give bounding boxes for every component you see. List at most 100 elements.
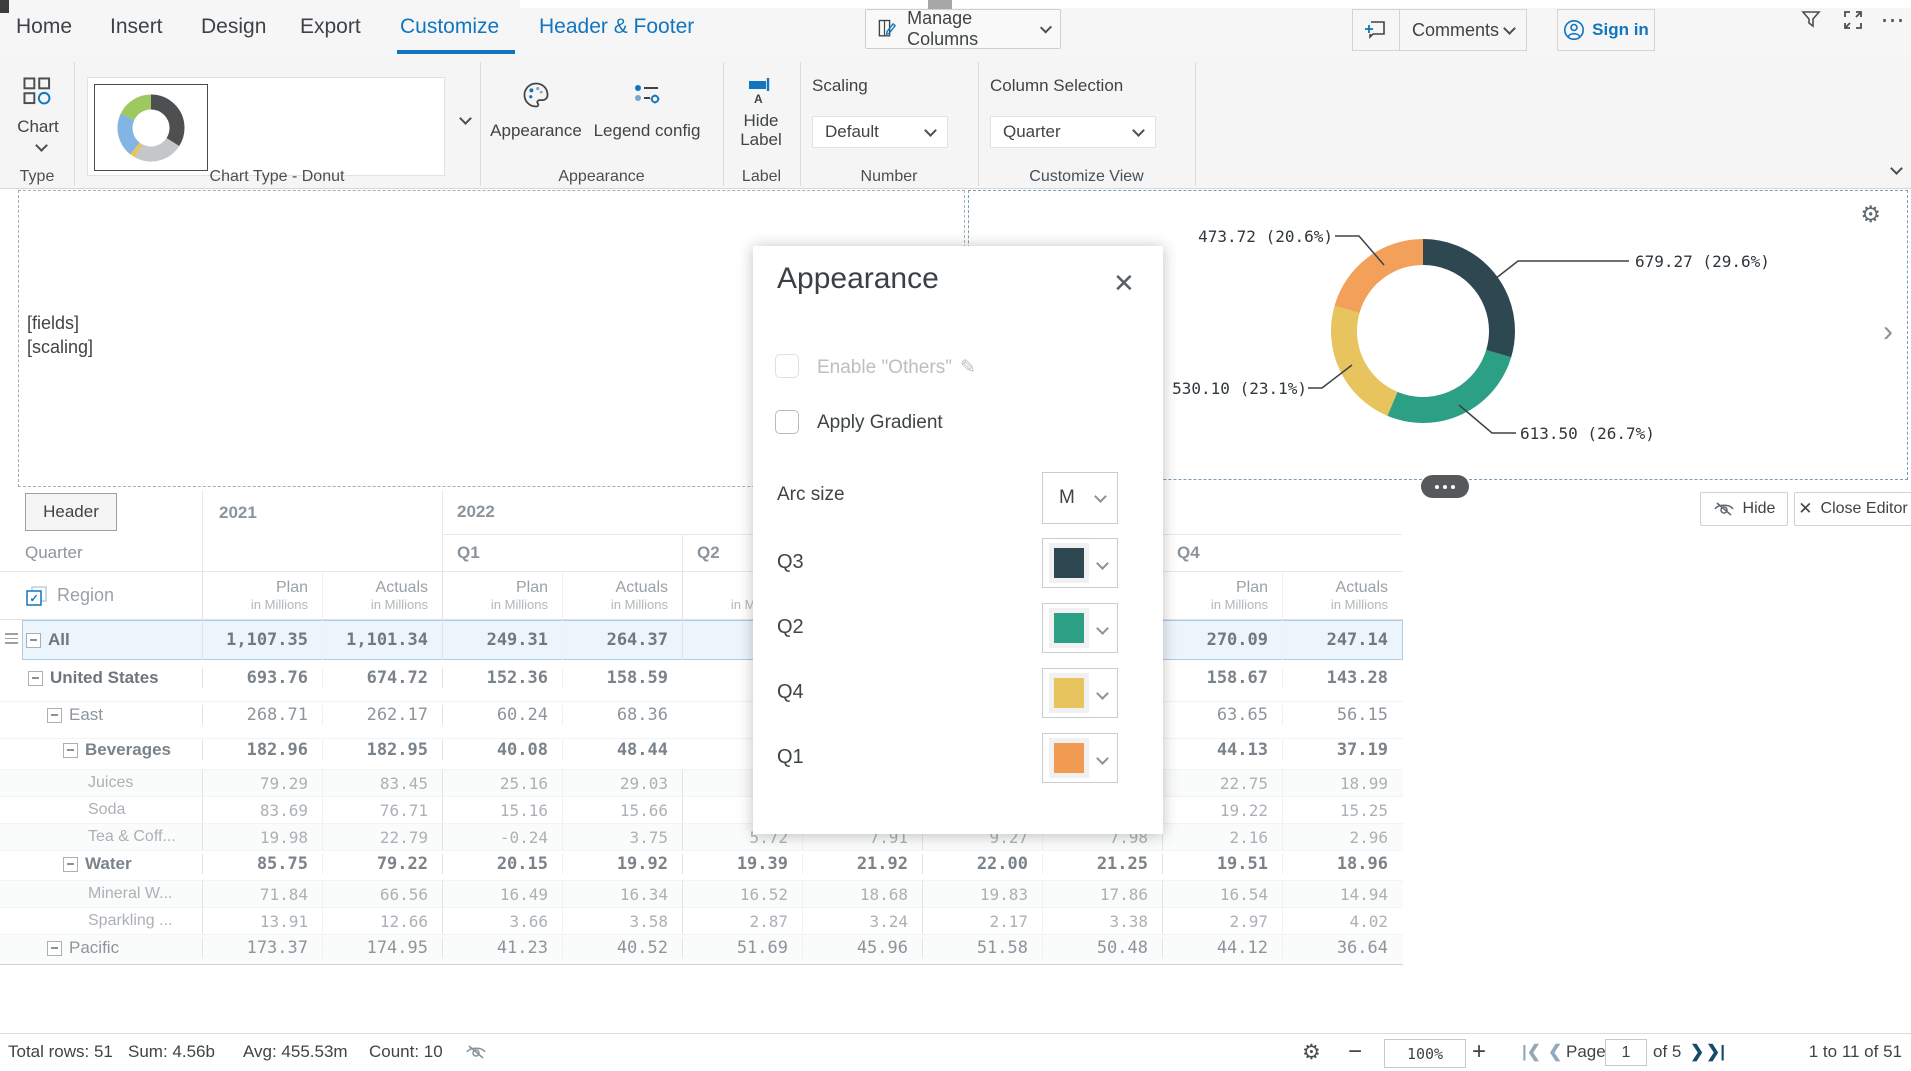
fullscreen-button[interactable] (1838, 6, 1868, 34)
edit-pencil-icon[interactable]: ✎ (960, 357, 976, 378)
sign-in-button[interactable]: Sign in (1557, 9, 1655, 51)
page-number-input[interactable]: 1 (1605, 1039, 1647, 1066)
close-editor-button[interactable]: ✕ Close Editor (1794, 492, 1911, 526)
tab-header-footer[interactable]: Header & Footer (539, 15, 694, 39)
manage-columns-icon (876, 16, 898, 42)
collapse-icon[interactable] (47, 941, 62, 956)
callout-q4: 530.10 (23.1%) (1159, 379, 1307, 398)
tab-customize[interactable]: Customize (400, 15, 499, 39)
table-header-quarters-row: QuarterQ1Q2Q3Q4 (0, 535, 1403, 572)
ellipsis-icon: ⋯ (1881, 6, 1906, 35)
value-cell: 22.75 (1162, 770, 1282, 796)
scaling-select[interactable]: Default (812, 116, 948, 148)
value-cell: 247.14 (1282, 620, 1402, 660)
top-menu-bar: Home Insert Design Export Customize Header & … (0, 0, 1911, 56)
expand-pane-chevron[interactable]: › (1883, 315, 1893, 349)
region-checkbox-icon[interactable]: ✓ (25, 585, 49, 607)
table-settings-gear-icon[interactable]: ⚙ (1302, 1040, 1321, 1065)
legend-config-button[interactable]: Legend config (587, 80, 707, 141)
comments-button[interactable]: Comments (1400, 10, 1526, 50)
tab-insert[interactable]: Insert (110, 15, 163, 39)
table-row-soda[interactable]: Soda83.6976.7115.1615.6619.2215.25 (0, 797, 1403, 824)
filter-button[interactable] (1796, 6, 1826, 34)
chart-type-dropdown-chevron[interactable] (459, 112, 472, 125)
column-selection-select[interactable]: Quarter (990, 116, 1156, 148)
collapse-icon[interactable] (63, 743, 78, 758)
person-icon (1563, 19, 1585, 41)
series-color-picker-q4[interactable] (1042, 668, 1118, 718)
value-cell: 674.72 (322, 668, 442, 688)
quarter-header-empty (202, 535, 442, 571)
apply-gradient-checkbox[interactable] (775, 410, 799, 434)
enable-others-checkbox[interactable] (775, 354, 799, 378)
hide-button[interactable]: Hide (1700, 492, 1788, 526)
scaling-value: Default (825, 122, 879, 142)
add-comment-button[interactable] (1353, 10, 1400, 50)
section-customize-view: Customize View (978, 168, 1195, 186)
series-color-picker-q1[interactable] (1042, 733, 1118, 783)
table-body: All1,107.351,101.34249.31264.37270.09247… (0, 620, 1403, 965)
page-number-value: 1 (1622, 1044, 1631, 1062)
series-color-picker-q2[interactable] (1042, 603, 1118, 653)
value-cell: 19.98 (202, 824, 322, 850)
table-row-mineral-w[interactable]: Mineral W...71.8466.5616.4916.3416.5218.… (0, 881, 1403, 908)
measure-header-plan: Planin Millions (442, 572, 562, 619)
row-label-cell: Soda (0, 797, 202, 823)
table-row-water[interactable]: Water85.7579.2220.1519.9219.3921.9222.00… (0, 851, 1403, 881)
arc-size-select[interactable]: M (1042, 472, 1118, 524)
first-page-button[interactable]: |❮ (1522, 1042, 1541, 1062)
tab-export[interactable]: Export (300, 15, 361, 39)
widget-more-actions-button[interactable] (1421, 475, 1469, 498)
widget-settings-gear-icon[interactable]: ⚙ (1860, 201, 1881, 228)
tab-home[interactable]: Home (16, 15, 72, 39)
header-toggle-button[interactable]: Header (25, 493, 117, 531)
last-page-button[interactable]: ❯| (1706, 1042, 1725, 1062)
row-label-cell: Sparkling ... (0, 908, 202, 934)
next-page-button[interactable]: ❯ (1690, 1042, 1704, 1062)
row-label-cell: Mineral W... (0, 881, 202, 907)
zoom-level-input[interactable]: 100% (1384, 1039, 1466, 1068)
hide-label-button[interactable]: A Hide Label (733, 78, 789, 149)
tab-design[interactable]: Design (201, 15, 266, 39)
table-row-all[interactable]: All1,107.351,101.34249.31264.37270.09247… (0, 620, 1403, 660)
table-row-united-states[interactable]: United States693.76674.72152.36158.59158… (0, 660, 1403, 702)
zoom-in-button[interactable]: + (1472, 1038, 1486, 1066)
value-cell: 19.51 (1162, 854, 1282, 874)
row-label-cell: Juices (0, 770, 202, 796)
more-options-button[interactable]: ⋯ (1878, 6, 1908, 34)
row-label-cell: East (0, 705, 202, 725)
table-row-tea-coff[interactable]: Tea & Coff...19.9822.79-0.243.755.727.91… (0, 824, 1403, 851)
table-row-beverages[interactable]: Beverages182.96182.9540.0848.4444.1337.1… (0, 739, 1403, 770)
arc-size-value: M (1059, 487, 1090, 509)
value-cell: 3.75 (562, 824, 682, 850)
zoom-out-button[interactable]: − (1348, 1038, 1362, 1066)
value-cell: 22.79 (322, 824, 442, 850)
previous-page-button[interactable]: ❮ (1548, 1042, 1562, 1062)
table-row-pacific[interactable]: Pacific173.37174.9541.2340.5251.6945.965… (0, 935, 1403, 965)
table-header-measures-row: ✓RegionPlanin MillionsActualsin Millions… (0, 572, 1403, 620)
section-type: Type (0, 168, 74, 186)
stats-eye-off-button[interactable] (465, 1044, 487, 1065)
table-row-sparkling[interactable]: Sparkling ...13.9112.663.663.582.873.242… (0, 908, 1403, 935)
collapse-icon[interactable] (47, 708, 62, 723)
table-row-east[interactable]: East268.71262.1760.2468.3663.6556.15 (0, 702, 1403, 739)
series-color-picker-q3[interactable] (1042, 538, 1118, 588)
chart-type-preview[interactable] (87, 77, 445, 176)
table-row-juices[interactable]: Juices79.2983.4525.1629.0322.7518.99 (0, 770, 1403, 797)
collapse-icon[interactable] (63, 857, 78, 872)
appearance-dialog: Appearance ✕ Enable "Others"✎ Apply Grad… (753, 246, 1163, 834)
appearance-button[interactable]: Appearance (488, 80, 584, 141)
dialog-close-button[interactable]: ✕ (1113, 268, 1135, 299)
series-label-q4: Q4 (777, 681, 804, 704)
status-bar: Total rows: 51 Sum: 4.56b Avg: 455.53m C… (0, 1033, 1911, 1071)
manage-columns-button[interactable]: Manage Columns (865, 9, 1061, 49)
page-label: Page (1566, 1042, 1606, 1062)
chart-type-button[interactable]: Chart (12, 76, 64, 155)
collapse-icon[interactable] (26, 633, 41, 648)
sign-in-label: Sign in (1592, 20, 1649, 40)
collapse-icon[interactable] (28, 671, 43, 686)
collapse-ribbon-chevron[interactable] (1890, 162, 1903, 175)
value-cell: 36.64 (1282, 938, 1402, 958)
value-cell: 262.17 (322, 705, 442, 725)
row-drag-handle[interactable] (5, 633, 18, 647)
